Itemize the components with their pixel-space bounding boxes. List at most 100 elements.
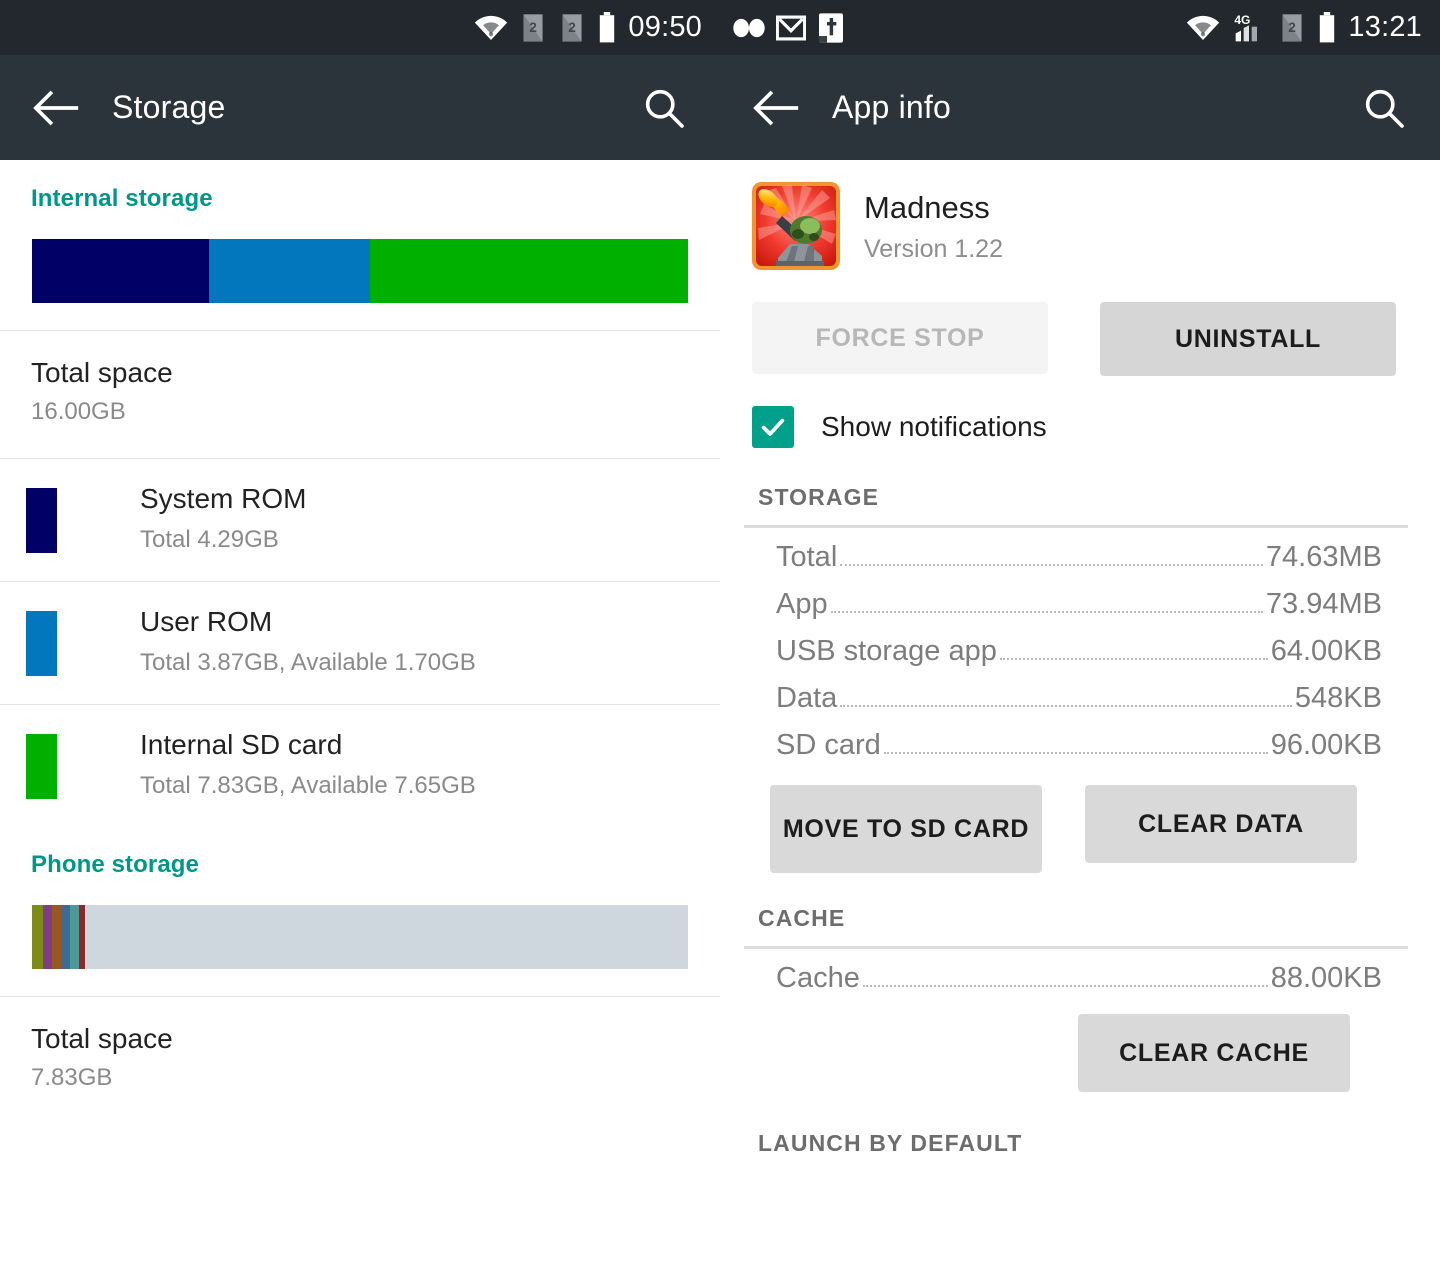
list-item-title: User ROM: [140, 605, 273, 637]
list-item-title: Internal SD card: [140, 728, 343, 760]
list-item-subtitle: Total 3.87GB, Available 1.70GB: [140, 648, 476, 676]
cache-section-heading: CACHE: [758, 905, 846, 931]
wifi-icon: [1186, 15, 1220, 41]
uninstall-button[interactable]: UNINSTALL: [1100, 302, 1396, 376]
storage-bar-segment: [43, 904, 52, 969]
launch-by-default-heading: LAUNCH BY DEFAULT: [758, 1130, 1023, 1156]
phone-storage-bar: [32, 904, 688, 969]
storage-bar-segment: [32, 904, 44, 969]
phone-total-space-row: Total space 7.83GB: [0, 997, 720, 1092]
wifi-icon: [474, 15, 508, 41]
status-bar-right: 4G 2 13:21: [720, 0, 1440, 55]
total-space-value: 16.00GB: [31, 398, 126, 426]
sim-icon: 2: [1278, 13, 1306, 43]
internal-total-space-row: Total space 16.00GB: [0, 331, 720, 458]
search-icon[interactable]: [1354, 87, 1414, 129]
storage-action-buttons: MOVE TO SD CARD CLEAR DATA: [720, 763, 1440, 873]
clear-data-button[interactable]: CLEAR DATA: [1085, 785, 1357, 863]
total-space-value: 7.83GB: [31, 1063, 113, 1091]
page-title: Storage: [112, 89, 226, 125]
show-notifications-checkbox-row[interactable]: Show notifications: [720, 376, 1440, 448]
storage-detail-label: Cache: [776, 962, 860, 994]
legend-color-chip: [26, 610, 57, 676]
arrow-back-icon[interactable]: [746, 89, 808, 127]
status-bar-right-clock: 13:21: [1348, 11, 1422, 43]
notification-icons: [732, 12, 846, 44]
internal-storage-bar: [32, 239, 688, 303]
phone-storage-bar-wrap: [0, 879, 720, 969]
cache-rows: Cache 88.00KB: [720, 949, 1440, 996]
leader-dots: [999, 658, 1268, 660]
list-item[interactable]: User ROM Total 3.87GB, Available 1.70GB: [0, 582, 720, 704]
storage-detail-value: 96.00KB: [1270, 729, 1382, 761]
storage-detail-label: Total: [776, 541, 838, 573]
app-header: Madness Version 1.22: [720, 160, 1440, 270]
gmail-icon: [776, 13, 806, 43]
arrow-back-icon[interactable]: [26, 89, 88, 127]
status-bar: 2 2 09:50 4G 2 13:21: [0, 0, 1440, 55]
status-bar-left: 2 2 09:50: [0, 0, 720, 55]
leader-dots: [830, 611, 1263, 613]
dots-icon: [732, 17, 766, 39]
app-info-app-bar: App info: [720, 55, 1440, 160]
storage-detail-row: Data 548KB: [720, 669, 1440, 716]
leader-dots: [840, 564, 1263, 566]
app-bars: Storage App info: [0, 55, 1440, 160]
app-info-panel: Madness Version 1.22 FORCE STOP UNINSTAL…: [720, 160, 1440, 1280]
status-bar-right-icons: 4G 2 13:21: [1186, 11, 1440, 44]
storage-detail-row: Cache 88.00KB: [720, 949, 1440, 996]
app-action-buttons: FORCE STOP UNINSTALL: [720, 270, 1440, 376]
battery-icon: [597, 11, 617, 44]
storage-detail-row: App 73.94MB: [720, 575, 1440, 622]
storage-detail-row: USB storage app 64.00KB: [720, 622, 1440, 669]
status-bar-left-icons: 2 2 09:50: [474, 11, 720, 44]
dual-screenshot-root: 2 2 09:50 4G 2 13:21 Storage App info In…: [0, 0, 1440, 1280]
internal-storage-heading: Internal storage: [31, 185, 213, 212]
internal-storage-bar-wrap: [0, 213, 720, 303]
storage-detail-value: 64.00KB: [1270, 635, 1382, 667]
app-version: Version 1.22: [864, 235, 1003, 263]
checkbox-checked-icon[interactable]: [752, 406, 794, 448]
sim2-icon: 2: [558, 13, 586, 43]
app-name: Madness: [864, 190, 990, 225]
madness-game-icon: [752, 182, 840, 270]
move-to-sd-card-button[interactable]: MOVE TO SD CARD: [770, 785, 1042, 873]
storage-detail-row: SD card 96.00KB: [720, 716, 1440, 763]
leader-dots: [862, 985, 1268, 987]
storage-detail-label: USB storage app: [776, 635, 997, 667]
storage-app-bar: Storage: [0, 55, 720, 160]
svg-text:2: 2: [530, 20, 538, 35]
battery-icon: [1317, 11, 1337, 44]
list-item-subtitle: Total 4.29GB: [140, 525, 279, 553]
svg-text:4G: 4G: [1235, 13, 1251, 27]
storage-detail-label: Data: [776, 682, 838, 714]
storage-bar-segment: [209, 239, 370, 303]
storage-bar-segment: [369, 239, 688, 303]
bible-icon: [816, 12, 846, 44]
storage-detail-value: 88.00KB: [1270, 962, 1382, 994]
phone-storage-heading: Phone storage: [31, 850, 199, 878]
storage-bar-segment: [60, 904, 70, 969]
list-item[interactable]: System ROM Total 4.29GB: [0, 459, 720, 581]
list-item[interactable]: Internal SD card Total 7.83GB, Available…: [0, 705, 720, 827]
show-notifications-label: Show notifications: [821, 411, 1047, 442]
clear-cache-button[interactable]: CLEAR CACHE: [1078, 1014, 1350, 1092]
cache-action-buttons: CLEAR CACHE: [720, 996, 1440, 1092]
svg-text:2: 2: [1289, 20, 1297, 35]
storage-bar-segment: [85, 904, 688, 969]
leader-dots: [883, 752, 1268, 754]
svg-text:2: 2: [569, 20, 577, 35]
storage-section-heading: STORAGE: [758, 484, 880, 510]
storage-detail-label: SD card: [776, 729, 881, 761]
total-space-label: Total space: [31, 357, 173, 388]
status-bar-left-clock: 09:50: [628, 11, 702, 43]
storage-bar-segment: [32, 239, 210, 303]
page-title: App info: [832, 89, 952, 125]
force-stop-button[interactable]: FORCE STOP: [752, 302, 1048, 374]
search-icon[interactable]: [634, 87, 694, 129]
list-item-subtitle: Total 7.83GB, Available 7.65GB: [140, 771, 476, 799]
storage-rows: Total 74.63MB App 73.94MB USB storage app 64.…: [720, 528, 1440, 763]
total-space-label: Total space: [31, 1022, 173, 1054]
signal-4g-icon: 4G: [1231, 12, 1267, 44]
storage-detail-value: 73.94MB: [1265, 588, 1382, 620]
